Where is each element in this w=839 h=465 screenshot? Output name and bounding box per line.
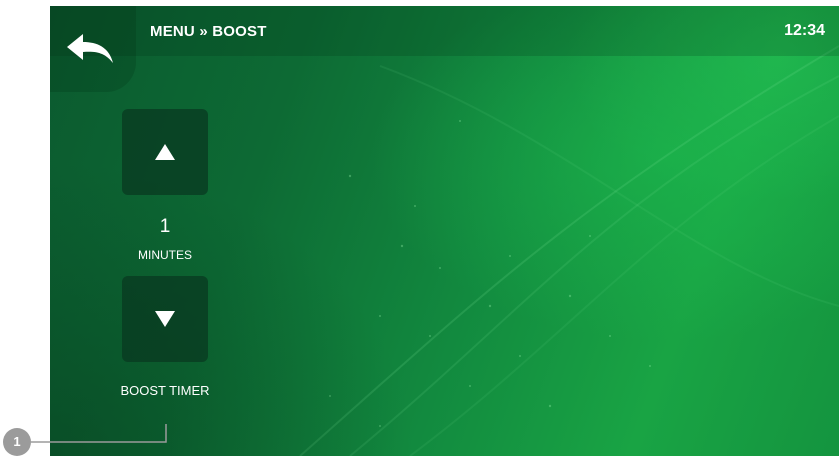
timer-value: 1	[159, 216, 171, 237]
boost-timer-label: BOOST TIMER	[120, 383, 210, 398]
callout-number-badge: 1	[3, 428, 31, 456]
page: MENU » BOOST 12:34 1 MINUTES BOOST TIMER…	[0, 0, 839, 465]
device-screen: MENU » BOOST 12:34 1 MINUTES BOOST TIMER	[50, 6, 839, 456]
breadcrumb: MENU » BOOST	[150, 23, 267, 40]
clock: 12:34	[784, 22, 825, 39]
triangle-up-icon	[155, 144, 175, 160]
timer-unit: MINUTES	[138, 248, 192, 262]
back-button[interactable]	[50, 6, 136, 92]
back-arrow-icon	[67, 34, 113, 63]
decrease-button[interactable]	[122, 276, 208, 362]
increase-button[interactable]	[122, 109, 208, 195]
triangle-down-icon	[155, 311, 175, 327]
